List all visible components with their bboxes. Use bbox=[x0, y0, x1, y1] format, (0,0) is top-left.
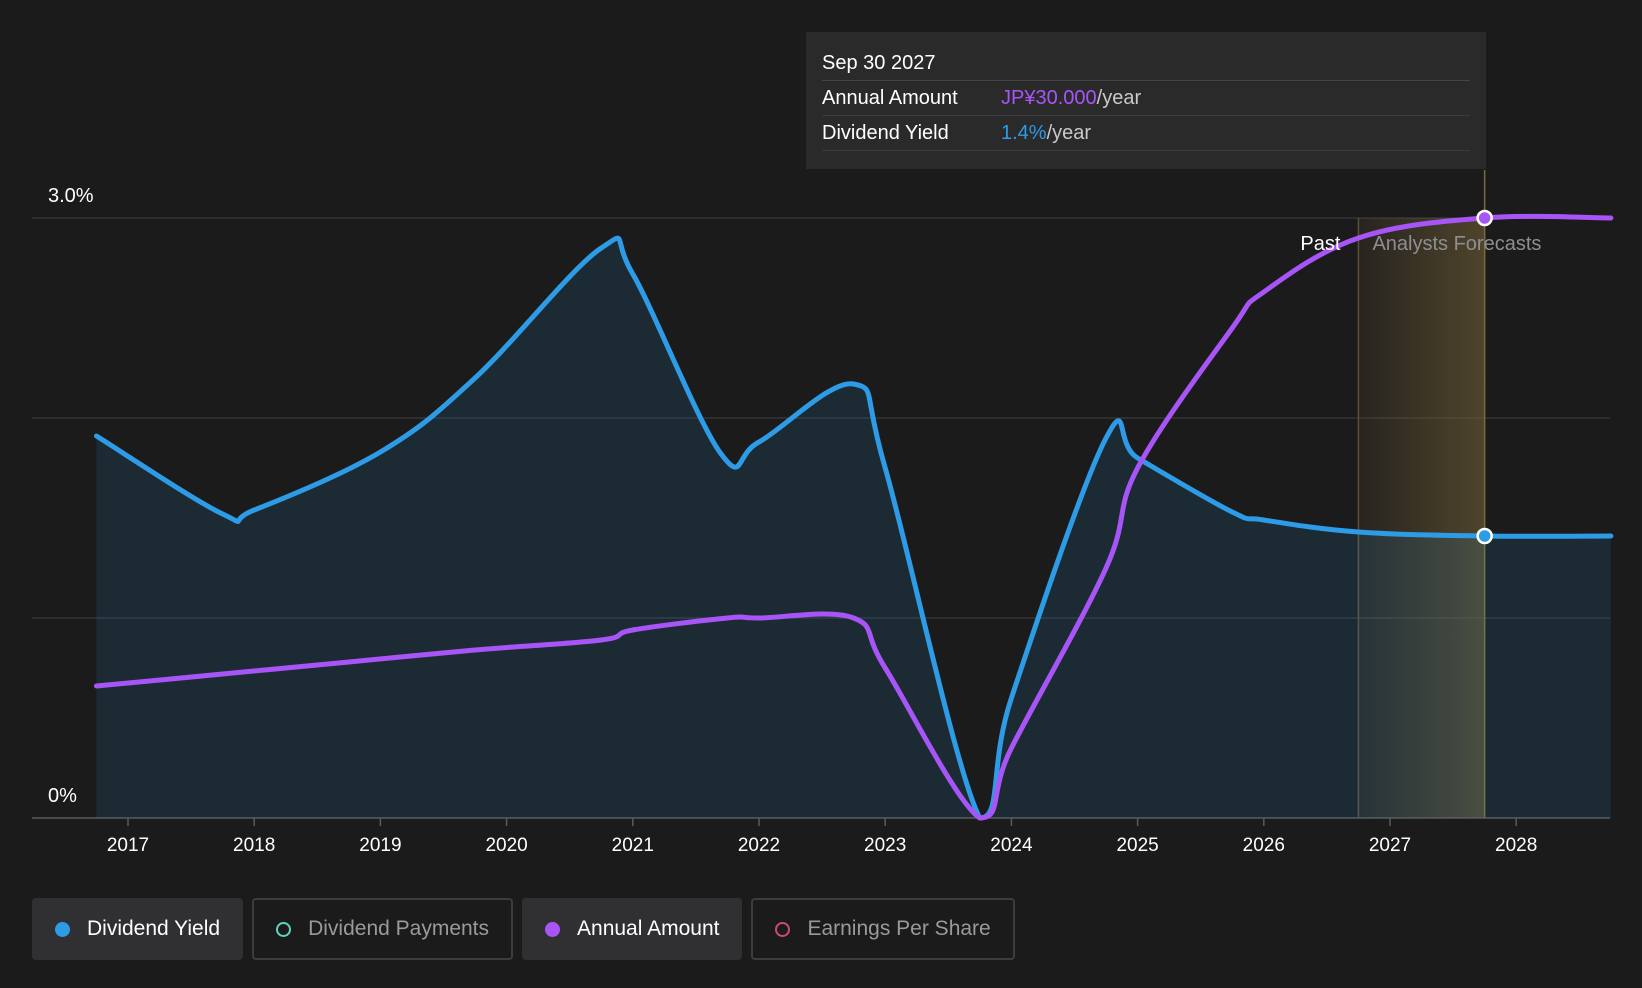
tooltip-value: 1.4% bbox=[1001, 122, 1047, 144]
chart-tooltip: Sep 30 2027 Annual Amount JP¥30.000/year… bbox=[806, 32, 1486, 169]
x-tick-label: 2025 bbox=[1116, 835, 1158, 856]
tooltip-value: JP¥30.000 bbox=[1001, 87, 1097, 109]
x-tick-label: 2020 bbox=[485, 835, 527, 856]
x-tick-label: 2017 bbox=[107, 835, 149, 856]
x-tick-label: 2024 bbox=[990, 835, 1033, 856]
hover-marker bbox=[1476, 527, 1493, 545]
tooltip-row-dividend-yield: Dividend Yield 1.4%/year bbox=[822, 116, 1470, 151]
x-tick-label: 2023 bbox=[864, 835, 906, 856]
legend-annual-amount[interactable]: Annual Amount bbox=[522, 898, 743, 960]
hover-marker bbox=[1476, 209, 1493, 227]
legend-dot-icon bbox=[276, 921, 292, 937]
legend-label: Dividend Yield bbox=[87, 917, 221, 940]
legend-dividend-yield[interactable]: Dividend Yield bbox=[32, 898, 244, 960]
chart-legend: Dividend Yield Dividend Payments Annual … bbox=[32, 898, 1015, 960]
legend-earnings-per-share[interactable]: Earnings Per Share bbox=[751, 898, 1015, 960]
tooltip-unit: /year bbox=[1046, 122, 1092, 144]
x-tick-label: 2019 bbox=[359, 835, 401, 856]
x-tick-label: 2027 bbox=[1369, 835, 1411, 856]
past-label: Past bbox=[1300, 233, 1340, 255]
legend-dot-icon bbox=[775, 921, 791, 937]
region-labels: Past Analysts Forecasts bbox=[1300, 233, 1541, 255]
y-tick-label: 3.0% bbox=[48, 185, 94, 207]
tooltip-label: Annual Amount bbox=[822, 87, 958, 109]
y-tick-label: 0% bbox=[48, 785, 77, 807]
legend-dividend-payments[interactable]: Dividend Payments bbox=[252, 898, 514, 960]
legend-dot-icon bbox=[545, 921, 561, 937]
x-tick-label: 2028 bbox=[1495, 835, 1537, 856]
legend-label: Earnings Per Share bbox=[807, 917, 991, 940]
forecast-label: Analysts Forecasts bbox=[1372, 233, 1541, 255]
tooltip-row-annual-amount: Annual Amount JP¥30.000/year bbox=[822, 81, 1470, 116]
legend-dot-icon bbox=[55, 921, 70, 937]
x-tick-label: 2021 bbox=[612, 835, 654, 856]
x-tick-label: 2018 bbox=[233, 835, 275, 856]
legend-label: Dividend Payments bbox=[308, 917, 490, 940]
y-axis: 3.0% 0% bbox=[48, 185, 94, 807]
tooltip-label: Dividend Yield bbox=[822, 122, 949, 144]
tooltip-date: Sep 30 2027 bbox=[822, 46, 1470, 81]
x-tick-label: 2022 bbox=[738, 835, 780, 856]
tooltip-unit: /year bbox=[1096, 87, 1142, 109]
x-tick-label: 2026 bbox=[1243, 835, 1285, 856]
x-axis: 2017 2018 2019 2020 2021 2022 2023 2024 2025 2026… bbox=[107, 818, 1537, 856]
legend-label: Annual Amount bbox=[577, 917, 720, 940]
